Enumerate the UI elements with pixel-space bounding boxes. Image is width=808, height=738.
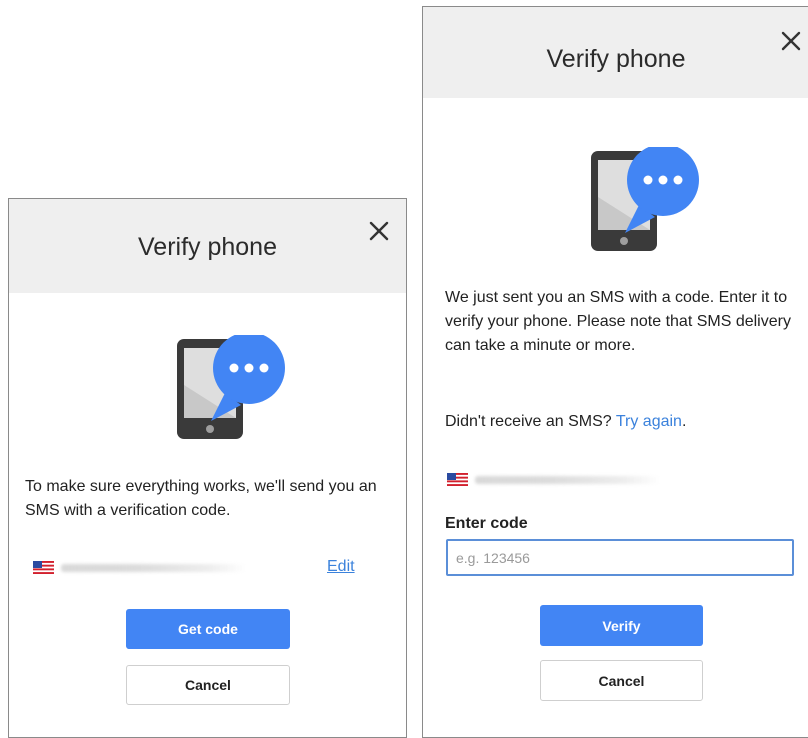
try-again-link[interactable]: Try again	[616, 413, 682, 430]
us-flag-icon	[447, 473, 468, 486]
redacted-phone-number	[61, 564, 246, 572]
close-icon[interactable]	[365, 217, 393, 245]
us-flag-icon	[33, 561, 54, 574]
dialog-title: Verify phone	[546, 45, 686, 73]
resend-line: Didn't receive an SMS? Try again.	[445, 410, 686, 434]
edit-link[interactable]: Edit	[327, 558, 355, 576]
phone-number-row	[447, 472, 667, 488]
cancel-button[interactable]: Cancel	[126, 665, 290, 705]
redacted-phone-number	[475, 476, 660, 484]
sms-sent-message: We just sent you an SMS with a code. Ent…	[445, 289, 791, 354]
cancel-button[interactable]: Cancel	[540, 660, 703, 701]
enter-code-label: Enter code	[445, 515, 528, 532]
verify-phone-dialog-send: Verify phone To make sure everything wor…	[8, 198, 407, 738]
verify-phone-dialog-code: Verify phone We just sent you an SMS wit…	[422, 6, 808, 738]
dialog-header: Verify phone	[423, 7, 808, 98]
verify-button[interactable]: Verify	[540, 605, 703, 646]
resend-prompt: Didn't receive an SMS?	[445, 413, 612, 430]
chat-bubble-icon	[625, 147, 699, 233]
close-icon[interactable]	[777, 27, 805, 55]
phone-sms-illustration	[177, 335, 285, 439]
code-input[interactable]	[446, 539, 794, 576]
chat-bubble-icon	[211, 335, 285, 421]
dialog-title: Verify phone	[138, 233, 277, 261]
info-message: To make sure everything works, we'll sen…	[25, 478, 377, 519]
resend-suffix: .	[681, 413, 687, 430]
dialog-header: Verify phone	[9, 199, 406, 293]
phone-sms-illustration	[591, 147, 699, 251]
get-code-button[interactable]: Get code	[126, 609, 290, 649]
phone-number-row	[33, 560, 253, 576]
